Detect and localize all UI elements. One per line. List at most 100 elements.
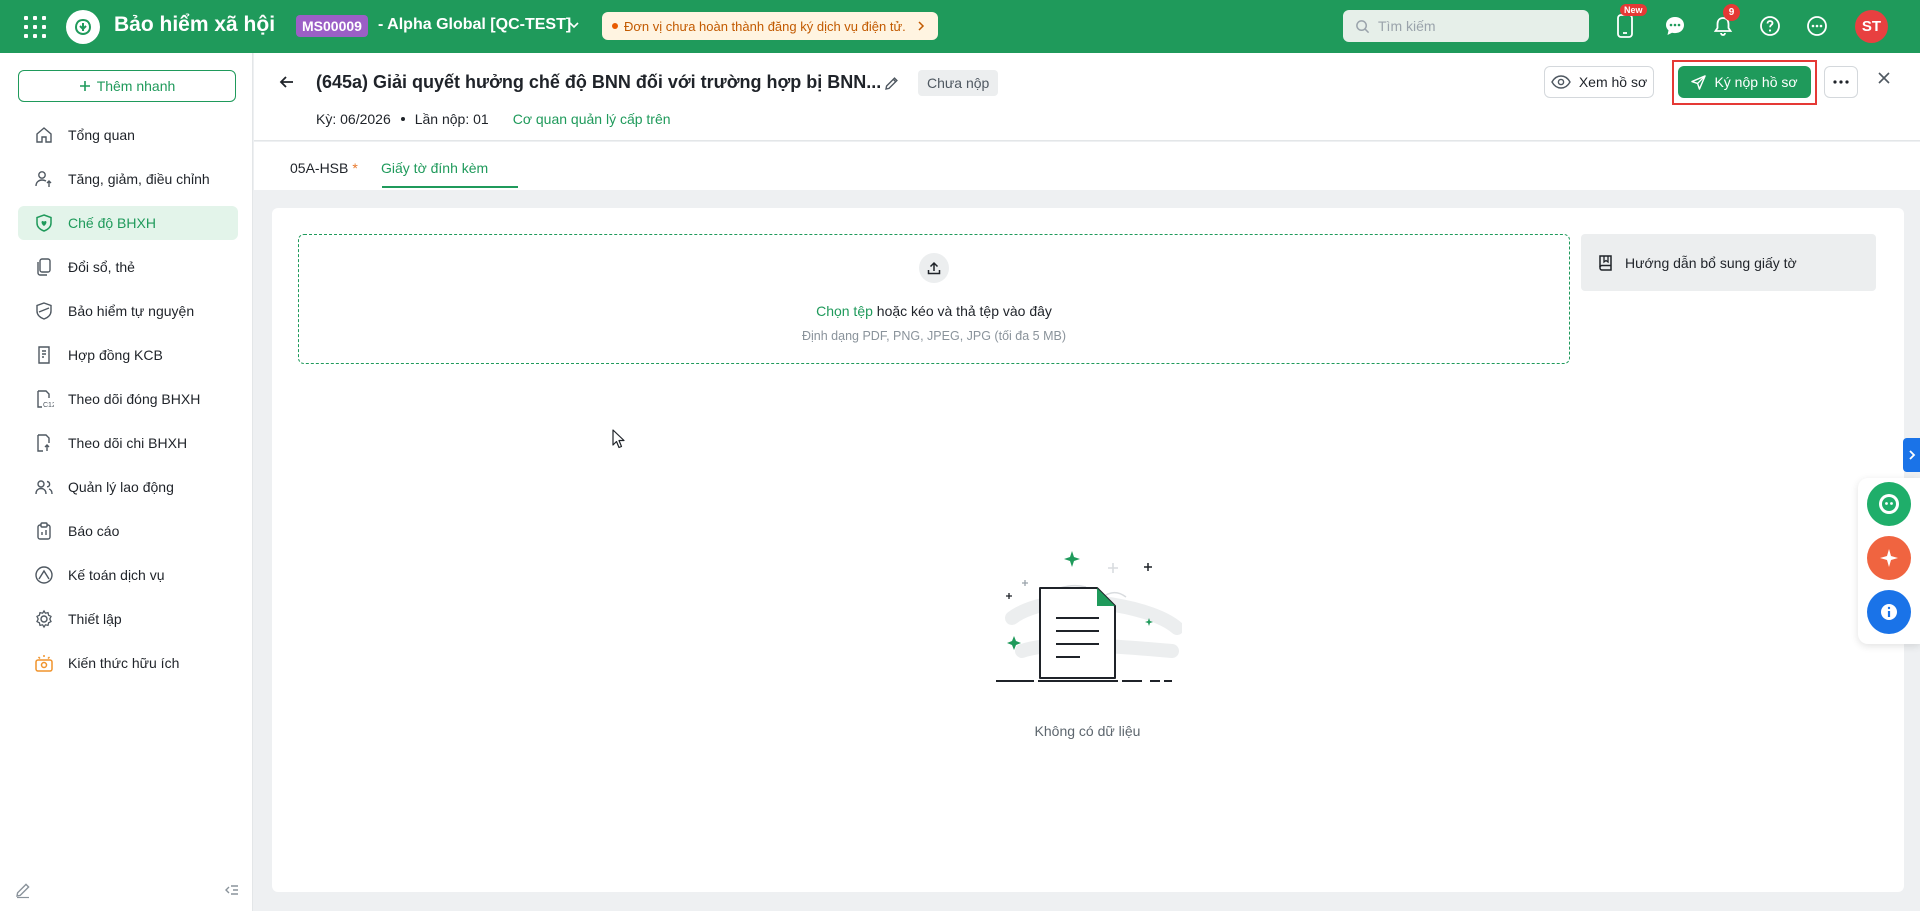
separator-dot xyxy=(400,117,405,121)
logo-icon xyxy=(66,10,100,44)
expand-panel-tab[interactable] xyxy=(1903,438,1920,472)
search-input[interactable]: Tìm kiếm xyxy=(1343,10,1589,42)
knowledge-icon xyxy=(35,655,53,672)
contract-icon xyxy=(38,346,50,364)
sidebar-item-label: Chế độ BHXH xyxy=(68,215,156,231)
sidebar-item-label: Báo cáo xyxy=(68,523,120,539)
choose-file-link[interactable]: Chọn tệp xyxy=(816,303,873,319)
help-icon[interactable] xyxy=(1757,13,1783,39)
sidebar-item-label: Đổi sổ, thẻ xyxy=(68,259,135,275)
more-options-button[interactable] xyxy=(1824,66,1858,98)
doc-payment-icon xyxy=(37,434,50,452)
user-avatar[interactable]: ST xyxy=(1855,10,1888,43)
top-bar: Bảo hiểm xã hội MS00009 - Alpha Global [… xyxy=(0,0,1920,53)
status-badge: Chưa nộp xyxy=(918,70,999,96)
sign-submit-label: Ký nộp hồ sơ xyxy=(1714,74,1798,90)
registration-notice[interactable]: Đơn vị chưa hoàn thành đăng ký dịch vụ đ… xyxy=(602,12,938,40)
notice-text: Đơn vị chưa hoàn thành đăng ký dịch vụ đ… xyxy=(624,18,906,34)
sidebar-item-contribution-tracking[interactable]: C12 Theo dõi đóng BHXH xyxy=(18,382,238,416)
required-mark: * xyxy=(352,160,358,176)
chevron-down-icon[interactable] xyxy=(568,19,580,31)
clipboard-icon xyxy=(37,522,51,540)
sidebar-item-label: Hợp đồng KCB xyxy=(68,347,163,363)
more-circle-icon[interactable] xyxy=(1804,13,1830,39)
guide-label: Hướng dẫn bổ sung giấy tờ xyxy=(1625,254,1797,271)
file-dropzone[interactable]: Chọn tệp hoặc kéo và thả tệp vào đây Địn… xyxy=(298,234,1570,364)
sidebar-item-adjustments[interactable]: Tăng, giảm, điều chỉnh xyxy=(18,162,238,196)
sidebar-item-voluntary-insurance[interactable]: Bảo hiểm tự nguyện xyxy=(18,294,238,328)
sidebar: Thêm nhanh Tổng quan Tăng, giảm, điều ch… xyxy=(0,53,253,911)
tab-label: 05A-HSB xyxy=(290,160,349,176)
cards-icon xyxy=(37,258,51,276)
submission-text: Lần nộp: 01 xyxy=(414,111,489,127)
info-icon xyxy=(1881,604,1897,620)
document-title: (645a) Giải quyết hưởng chế độ BNN đối v… xyxy=(316,72,882,92)
ai-assistant-button[interactable] xyxy=(1867,536,1911,580)
sparkle-icon xyxy=(1880,549,1898,567)
doc-c12-icon: C12 xyxy=(37,390,54,409)
sidebar-item-service-accounting[interactable]: Kế toán dịch vụ xyxy=(18,558,238,592)
sidebar-item-label: Kiến thức hữu ích xyxy=(68,655,180,671)
drag-drop-text: hoặc kéo và thả tệp vào đây xyxy=(872,303,1052,319)
back-arrow-icon[interactable] xyxy=(278,73,296,91)
upload-formats: Định dạng PDF, PNG, JPEG, JPG (tối đa 5 … xyxy=(802,329,1066,343)
notification-count-badge: 9 xyxy=(1723,4,1740,21)
user-adjust-icon xyxy=(35,171,52,187)
apps-grid-icon[interactable] xyxy=(24,16,46,38)
chevron-right-icon xyxy=(1908,450,1915,460)
svg-text:C12: C12 xyxy=(43,402,54,409)
empty-state-text: Không có dữ liệu xyxy=(1034,723,1141,739)
mouse-cursor-icon xyxy=(612,429,625,449)
attachments-panel: Chọn tệp hoặc kéo và thả tệp vào đây Địn… xyxy=(272,208,1904,892)
sidebar-item-label: Thiết lập xyxy=(68,611,122,627)
view-record-button[interactable]: Xem hồ sơ xyxy=(1544,66,1654,98)
sidebar-nav: Tổng quan Tăng, giảm, điều chỉnh Chế độ … xyxy=(18,118,238,690)
eye-icon xyxy=(1551,75,1571,89)
sidebar-item-payment-tracking[interactable]: Theo dõi chi BHXH xyxy=(18,426,238,460)
close-icon[interactable] xyxy=(1876,70,1892,86)
org-code-badge[interactable]: MS00009 xyxy=(296,15,368,37)
app-title: Bảo hiểm xã hội xyxy=(114,13,276,36)
sidebar-item-reports[interactable]: Báo cáo xyxy=(18,514,238,548)
sidebar-item-label: Bảo hiểm tự nguyện xyxy=(68,303,195,319)
upload-instruction: Chọn tệp hoặc kéo và thả tệp vào đây xyxy=(299,303,1569,319)
warning-dot-icon xyxy=(612,23,618,29)
sidebar-item-label: Theo dõi chi BHXH xyxy=(68,435,188,451)
sidebar-item-label: Quản lý lao động xyxy=(68,479,174,495)
pencil-edit-icon[interactable] xyxy=(10,877,36,903)
sidebar-item-labor-management[interactable]: Quản lý lao động xyxy=(18,470,238,504)
sidebar-item-knowledge[interactable]: Kiến thức hữu ích xyxy=(18,646,238,680)
org-name[interactable]: - Alpha Global [QC-TEST] xyxy=(378,16,571,34)
shield-heart-icon xyxy=(36,214,52,232)
sidebar-item-kcb-contract[interactable]: Hợp đồng KCB xyxy=(18,338,238,372)
tab-attachments[interactable]: Giấy tờ đính kèm xyxy=(381,142,488,190)
ellipsis-icon xyxy=(1833,80,1849,84)
collapse-sidebar-icon[interactable] xyxy=(219,877,245,903)
sidebar-item-label: Kế toán dịch vụ xyxy=(68,567,165,583)
empty-document-icon xyxy=(996,551,1182,682)
upload-icon xyxy=(919,253,949,283)
sidebar-item-overview[interactable]: Tổng quan xyxy=(18,118,238,152)
pencil-icon[interactable] xyxy=(884,75,900,91)
info-button[interactable] xyxy=(1867,590,1911,634)
sidebar-item-bhxh-benefits[interactable]: Chế độ BHXH xyxy=(18,206,238,240)
agency-link[interactable]: Cơ quan quản lý cấp trên xyxy=(513,111,671,127)
active-tab-indicator xyxy=(382,186,518,188)
chat-icon[interactable] xyxy=(1662,13,1688,39)
tab-05a-hsb[interactable]: 05A-HSB * xyxy=(290,142,358,190)
accounting-icon xyxy=(35,566,53,584)
users-icon xyxy=(35,480,53,495)
guide-button[interactable]: Hướng dẫn bổ sung giấy tờ xyxy=(1581,234,1876,291)
sidebar-item-book-cards[interactable]: Đổi sổ, thẻ xyxy=(18,250,238,284)
send-icon xyxy=(1691,74,1707,90)
document-meta: Kỳ: 06/2026 Lần nộp: 01 Cơ quan quản lý … xyxy=(316,111,671,127)
sign-submit-button[interactable]: Ký nộp hồ sơ xyxy=(1678,66,1811,98)
sidebar-item-settings[interactable]: Thiết lập xyxy=(18,602,238,636)
mobile-app-icon[interactable] xyxy=(1612,13,1638,39)
chatbot-button[interactable] xyxy=(1867,482,1911,526)
quick-add-button[interactable]: Thêm nhanh xyxy=(18,70,236,102)
sidebar-item-label: Tổng quan xyxy=(68,127,135,143)
gear-icon xyxy=(36,609,52,629)
view-record-label: Xem hồ sơ xyxy=(1578,74,1648,90)
plus-icon xyxy=(79,81,90,91)
